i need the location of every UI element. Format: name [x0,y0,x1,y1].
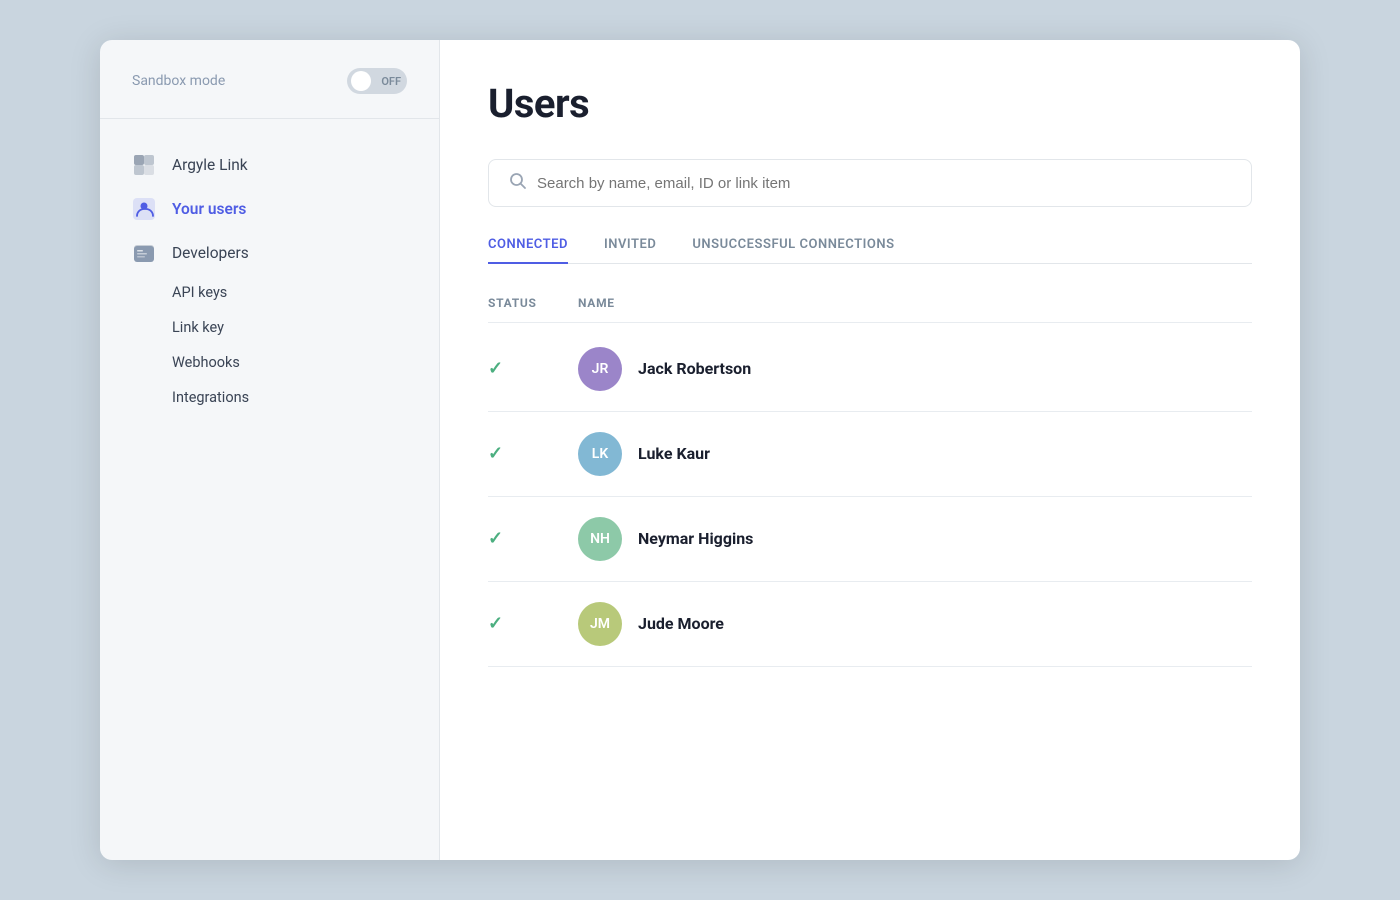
toggle-knob [351,71,371,91]
check-icon-jr: ✓ [488,358,503,379]
user-name-jr: Jack Robertson [638,359,751,378]
sidebar-subitem-label-webhooks: Webhooks [172,354,240,371]
sidebar-item-label-your-users: Your users [172,200,246,218]
toggle-state-label: OFF [381,75,401,88]
row-name-nh: NH Neymar Higgins [578,517,1252,561]
sidebar-item-argyle-link[interactable]: Argyle Link [100,143,439,187]
avatar-lk: LK [578,432,622,476]
avatar-jm: JM [578,602,622,646]
row-status-nh: ✓ [488,528,578,549]
your-users-icon [132,197,156,221]
row-name-jr: JR Jack Robertson [578,347,1252,391]
page-title: Users [488,80,1252,127]
check-icon-jm: ✓ [488,613,503,634]
table-row[interactable]: ✓ NH Neymar Higgins [440,497,1300,581]
sidebar-subitem-integrations[interactable]: Integrations [100,380,439,415]
avatar-nh: NH [578,517,622,561]
main-content: Users CONNECTED INVITED UNSUCCESSFUL CON… [440,40,1300,860]
sidebar-subitem-label-integrations: Integrations [172,389,249,406]
sandbox-label: Sandbox mode [132,73,225,89]
user-name-nh: Neymar Higgins [638,529,753,548]
tab-connected[interactable]: CONNECTED [488,227,568,264]
user-name-jm: Jude Moore [638,614,724,633]
check-icon-nh: ✓ [488,528,503,549]
row-status-jm: ✓ [488,613,578,634]
search-bar[interactable] [488,159,1252,207]
col-header-name: NAME [578,296,1252,310]
row-status-jr: ✓ [488,358,578,379]
table-row[interactable]: ✓ JM Jude Moore [440,582,1300,666]
app-container: Sandbox mode OFF Argyle Link [100,40,1300,860]
users-table: STATUS NAME ✓ JR Jack Robertson ✓ [440,288,1300,861]
row-name-lk: LK Luke Kaur [578,432,1252,476]
table-row[interactable]: ✓ LK Luke Kaur [440,412,1300,496]
tab-invited[interactable]: INVITED [604,227,656,264]
sidebar-item-label-developers: Developers [172,244,249,262]
search-icon [509,172,527,194]
developers-icon [132,241,156,265]
sidebar-subitem-api-keys[interactable]: API keys [100,275,439,310]
sidebar-item-developers[interactable]: Developers [100,231,439,275]
tab-unsuccessful[interactable]: UNSUCCESSFUL CONNECTIONS [692,227,894,264]
sidebar-subitem-link-key[interactable]: Link key [100,310,439,345]
sidebar-subitem-label-link-key: Link key [172,319,224,336]
sidebar-item-your-users[interactable]: Your users [100,187,439,231]
sandbox-toggle-row: Sandbox mode OFF [100,40,439,119]
sidebar-subitem-label-api-keys: API keys [172,284,227,301]
nav-section: Argyle Link Your users [100,119,439,860]
check-icon-lk: ✓ [488,443,503,464]
search-input[interactable] [537,175,1231,192]
sidebar: Sandbox mode OFF Argyle Link [100,40,440,860]
table-header-divider [488,322,1252,323]
table-header: STATUS NAME [440,288,1300,318]
user-name-lk: Luke Kaur [638,444,710,463]
sidebar-subitem-webhooks[interactable]: Webhooks [100,345,439,380]
table-row[interactable]: ✓ JR Jack Robertson [440,327,1300,411]
row-divider-4 [488,666,1252,667]
argyle-link-icon [132,153,156,177]
tabs-bar: CONNECTED INVITED UNSUCCESSFUL CONNECTIO… [488,227,1252,264]
avatar-jr: JR [578,347,622,391]
sidebar-item-label-argyle-link: Argyle Link [172,156,248,174]
col-header-status: STATUS [488,296,578,310]
row-name-jm: JM Jude Moore [578,602,1252,646]
row-status-lk: ✓ [488,443,578,464]
page-header: Users [440,40,1300,147]
sandbox-toggle-switch[interactable]: OFF [347,68,407,94]
